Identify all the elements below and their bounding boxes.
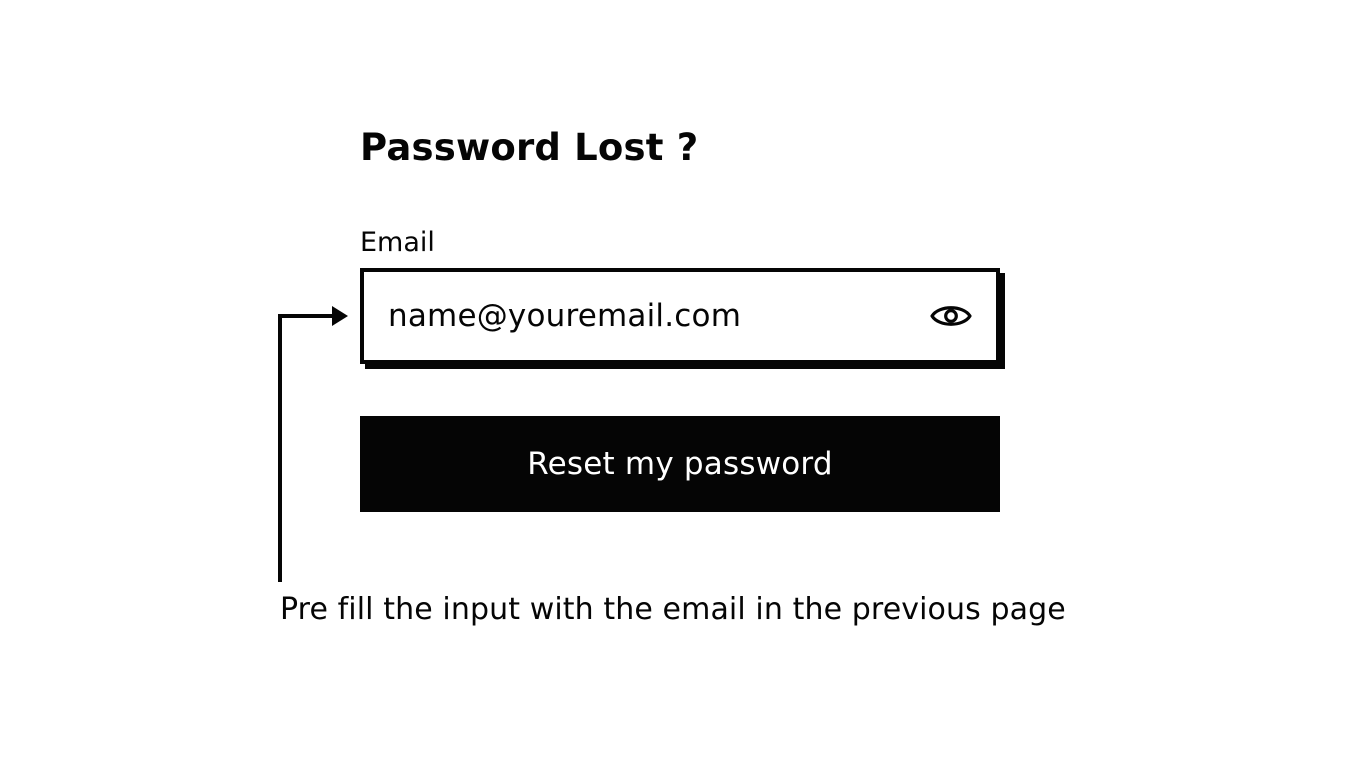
annotation-note: Pre fill the input with the email in the… (280, 592, 1066, 627)
page-title: Password Lost ? (360, 126, 699, 169)
password-reset-page: Password Lost ? Email name@youremail.com… (0, 0, 1360, 760)
email-label: Email (360, 227, 435, 258)
eye-icon[interactable] (930, 301, 972, 331)
annotation-arrow (278, 306, 348, 582)
email-field[interactable]: name@youremail.com (360, 268, 1000, 364)
email-input-value: name@youremail.com (388, 298, 742, 334)
reset-password-button[interactable]: Reset my password (360, 416, 1000, 512)
